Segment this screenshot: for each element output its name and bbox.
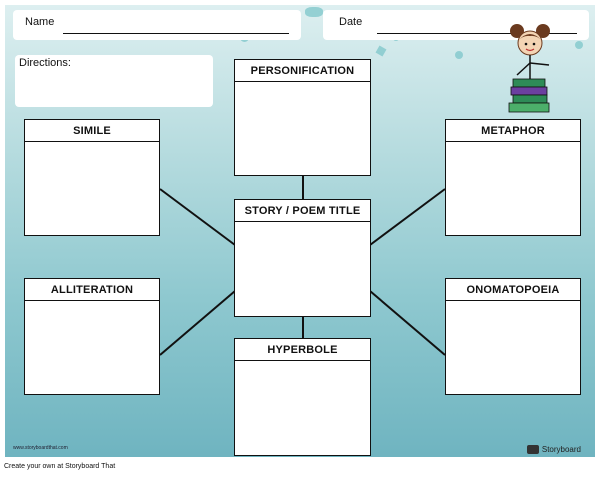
girl-reading-illustration (508, 24, 550, 113)
watermark-url: www.storyboardthat.com (13, 445, 68, 451)
footer-text: Create your own at Storyboard That (4, 463, 116, 470)
hyperbole-heading: HYPERBOLE (234, 338, 371, 361)
story-poem-title-box[interactable] (234, 221, 371, 317)
onomatopoeia-heading: ONOMATOPOEIA (445, 278, 581, 301)
storyboard-logo-icon (526, 445, 539, 454)
storyboard-brand-text: Storyboard (541, 445, 581, 454)
personification-box[interactable] (234, 81, 371, 176)
worksheet: Name Date Directions: PERSONIFICATION SI… (5, 5, 595, 457)
onomatopoeia-box[interactable] (445, 300, 581, 395)
metaphor-heading: METAPHOR (445, 119, 581, 142)
metaphor-box[interactable] (445, 141, 581, 236)
simile-heading: SIMILE (24, 119, 160, 142)
story-poem-title-heading: STORY / POEM TITLE (234, 199, 371, 222)
alliteration-box[interactable] (24, 300, 160, 395)
personification-heading: PERSONIFICATION (234, 59, 371, 82)
simile-box[interactable] (24, 141, 160, 236)
hyperbole-box[interactable] (234, 360, 371, 456)
alliteration-heading: ALLITERATION (24, 278, 160, 301)
storyboard-logo: Storyboard (526, 445, 581, 454)
